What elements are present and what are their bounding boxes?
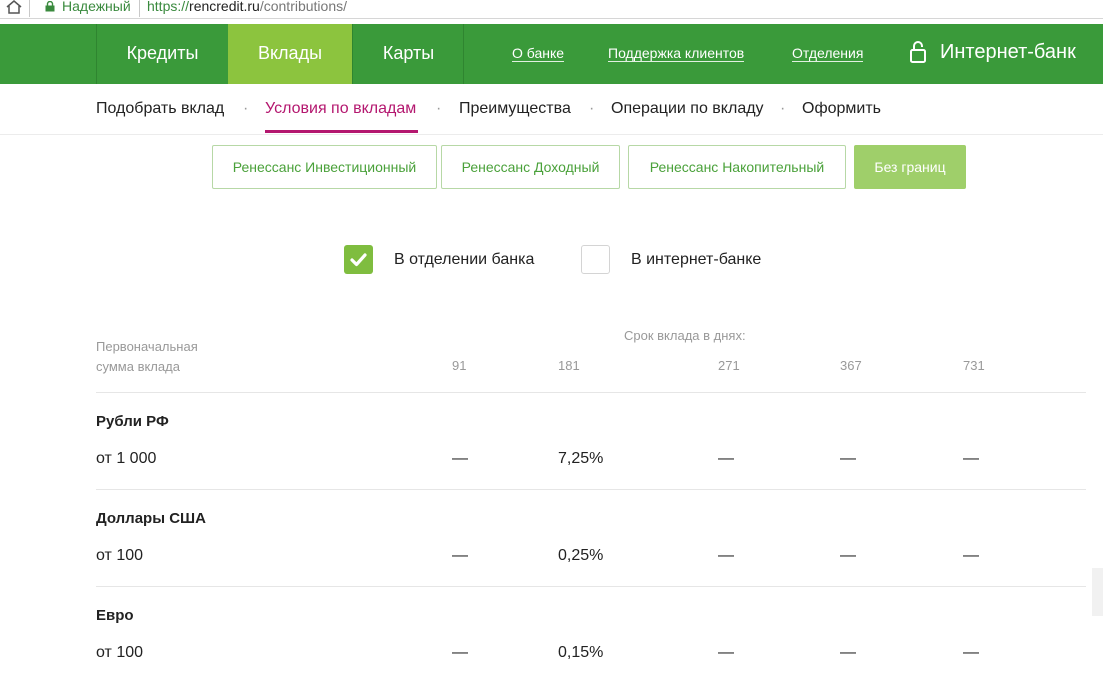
nav-tab-credits[interactable]: Кредиты bbox=[96, 24, 228, 84]
currency-name: Евро bbox=[96, 607, 134, 624]
checkmark-icon bbox=[350, 253, 367, 267]
term-column-header: 181 bbox=[558, 358, 580, 373]
subnav-separator: · bbox=[243, 100, 249, 117]
subnav-deposit-conditions[interactable]: Условия по вкладам bbox=[265, 100, 416, 118]
url-path: /contributions/ bbox=[259, 0, 348, 14]
rate-cell: — bbox=[452, 547, 468, 564]
url-host: rencredit.ru bbox=[189, 0, 260, 14]
rate-cell: — bbox=[840, 547, 856, 564]
checkbox-branch-label[interactable]: В отделении банка bbox=[394, 251, 534, 269]
link-about-bank[interactable]: О банке bbox=[512, 45, 565, 62]
amount-header-line1: Первоначальная bbox=[96, 339, 198, 354]
rate-cell: — bbox=[718, 547, 734, 564]
subnav-advantages[interactable]: Преимущества bbox=[459, 100, 571, 118]
amount-column-header: Первоначальная сумма вклада bbox=[96, 337, 198, 377]
subnav-choose-deposit[interactable]: Подобрать вклад bbox=[96, 100, 224, 118]
nav-tab-deposits[interactable]: Вклады bbox=[228, 24, 352, 84]
row-divider bbox=[96, 586, 1086, 587]
checkbox-branch[interactable] bbox=[344, 245, 373, 274]
rate-cell: — bbox=[840, 450, 856, 467]
rate-cell: — bbox=[963, 547, 979, 564]
product-button-income[interactable]: Ренессанс Доходный bbox=[441, 145, 620, 189]
link-branches[interactable]: Отделения bbox=[792, 45, 864, 62]
subnav-separator: · bbox=[589, 100, 595, 117]
nav-divider bbox=[463, 24, 464, 84]
rate-cell: — bbox=[452, 644, 468, 661]
product-button-no-limits[interactable]: Без границ bbox=[854, 145, 966, 189]
rate-cell: 7,25% bbox=[558, 450, 604, 467]
product-button-savings[interactable]: Ренессанс Накопительный bbox=[628, 145, 846, 189]
url-field[interactable]: https://rencredit.ru/contributions/ bbox=[147, 0, 347, 14]
product-button-investment[interactable]: Ренессанс Инвестиционный bbox=[212, 145, 437, 189]
term-column-header: 367 bbox=[840, 358, 862, 373]
subnav-apply[interactable]: Оформить bbox=[802, 100, 881, 118]
rate-cell: 0,25% bbox=[558, 547, 604, 564]
checkbox-internet-bank[interactable] bbox=[581, 245, 610, 274]
nav-tab-cards[interactable]: Карты bbox=[352, 24, 464, 84]
rate-cell: — bbox=[963, 450, 979, 467]
term-column-header: 91 bbox=[452, 358, 467, 373]
rate-cell: — bbox=[718, 644, 734, 661]
subnav-separator: · bbox=[436, 100, 442, 117]
active-tab-underline bbox=[265, 130, 418, 133]
row-divider bbox=[96, 392, 1086, 393]
secure-label[interactable]: Надежный bbox=[62, 0, 131, 14]
row-divider bbox=[96, 489, 1086, 490]
amount-header-line2: сумма вклада bbox=[96, 359, 180, 374]
main-nav: Кредиты Вклады Карты О банке Поддержка к… bbox=[0, 24, 1103, 84]
term-column-header: 271 bbox=[718, 358, 740, 373]
internet-bank-link[interactable]: Интернет-банк bbox=[940, 41, 1076, 64]
rate-cell: 0,15% bbox=[558, 644, 604, 661]
min-amount: от 100 bbox=[96, 547, 144, 564]
min-amount: от 1 000 bbox=[96, 450, 157, 467]
url-scheme: https:// bbox=[147, 0, 190, 14]
scroll-to-top-handle[interactable] bbox=[1092, 568, 1103, 616]
home-icon[interactable] bbox=[6, 0, 22, 14]
browser-address-bar: Надежный https://rencredit.ru/contributi… bbox=[0, 0, 1103, 19]
checkbox-internet-bank-label[interactable]: В интернет-банке bbox=[631, 251, 761, 269]
rate-cell: — bbox=[963, 644, 979, 661]
toolbar-divider bbox=[29, 0, 30, 17]
term-header: Срок вклада в днях: bbox=[624, 328, 746, 343]
currency-name: Доллары США bbox=[96, 510, 206, 527]
secure-lock-icon[interactable] bbox=[45, 1, 55, 12]
link-customer-support[interactable]: Поддержка клиентов bbox=[608, 45, 745, 62]
unlock-icon[interactable] bbox=[909, 40, 927, 64]
sub-nav: Подобрать вклад · Условия по вкладам · П… bbox=[0, 84, 1103, 135]
term-column-header: 731 bbox=[963, 358, 985, 373]
url-divider bbox=[139, 0, 140, 17]
subnav-deposit-operations[interactable]: Операции по вкладу bbox=[611, 100, 764, 118]
subnav-separator: · bbox=[780, 100, 786, 117]
rate-cell: — bbox=[840, 644, 856, 661]
rate-cell: — bbox=[718, 450, 734, 467]
min-amount: от 100 bbox=[96, 644, 144, 661]
rate-cell: — bbox=[452, 450, 468, 467]
currency-name: Рубли РФ bbox=[96, 413, 169, 430]
